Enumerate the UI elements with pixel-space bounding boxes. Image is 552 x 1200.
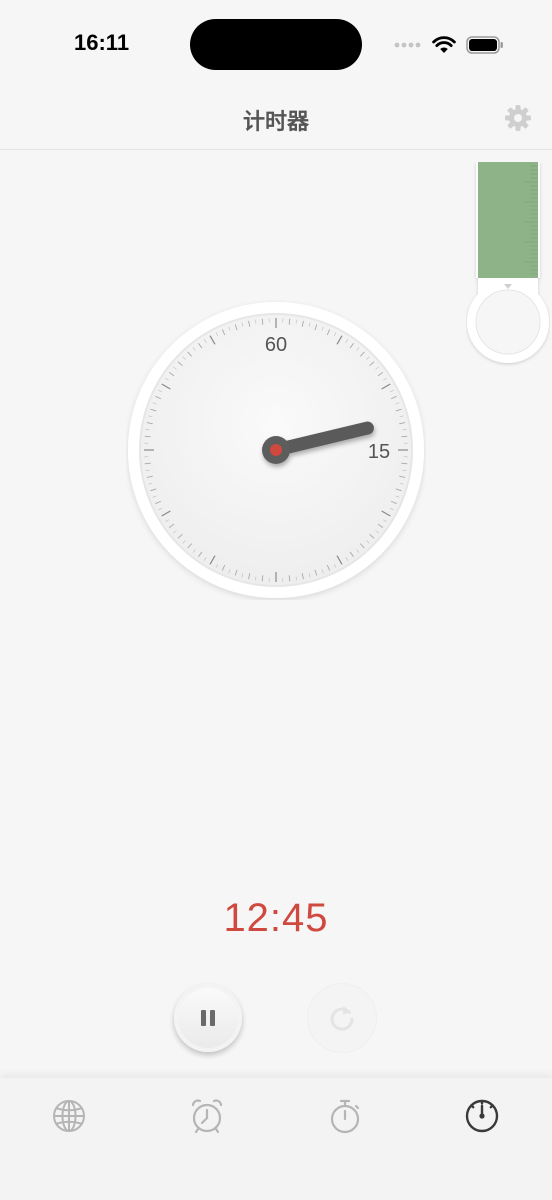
status-bar: 16:11 — [0, 0, 552, 90]
stopwatch-icon — [330, 1099, 360, 1134]
dial-label-60: 60 — [265, 334, 287, 356]
globe-icon — [53, 1100, 85, 1132]
tab-bar — [0, 1078, 552, 1200]
dial-tick — [288, 575, 291, 582]
timer-ruler-handle[interactable] — [466, 162, 550, 374]
tab-alarm[interactable] — [187, 1096, 227, 1136]
timer-readout: 12:45 — [223, 896, 329, 940]
nav-bar: 计时器 — [0, 90, 552, 150]
dial-tick — [261, 575, 264, 582]
dial-tick — [144, 435, 151, 438]
dial-hub — [270, 444, 282, 456]
page-title: 计时器 — [242, 110, 309, 135]
dial-label-15: 15 — [368, 441, 390, 463]
tab-timer[interactable] — [462, 1096, 502, 1136]
timer-icon — [465, 1099, 499, 1133]
battery-icon — [466, 36, 503, 54]
ruler-fill — [478, 162, 538, 278]
gear-icon — [505, 105, 531, 131]
status-time: 16:11 — [74, 30, 130, 55]
dial-tick — [261, 318, 264, 325]
signal-icon — [394, 42, 421, 48]
settings-button[interactable] — [504, 104, 532, 132]
timer-dial[interactable]: 60 15 — [126, 300, 426, 600]
dynamic-island — [190, 19, 362, 70]
tab-world-clock[interactable] — [49, 1096, 89, 1136]
wifi-icon — [432, 36, 456, 53]
reset-icon — [330, 1006, 354, 1031]
reset-button[interactable] — [308, 984, 376, 1052]
dial-tick — [144, 462, 151, 465]
status-icons — [394, 35, 504, 55]
dial-tick — [401, 462, 408, 465]
tab-stopwatch[interactable] — [325, 1096, 365, 1136]
alarm-clock-icon — [191, 1099, 223, 1134]
dial-tick — [401, 435, 408, 438]
dial-tick — [288, 318, 291, 325]
pause-icon — [201, 1010, 215, 1026]
pause-button[interactable] — [174, 984, 242, 1052]
